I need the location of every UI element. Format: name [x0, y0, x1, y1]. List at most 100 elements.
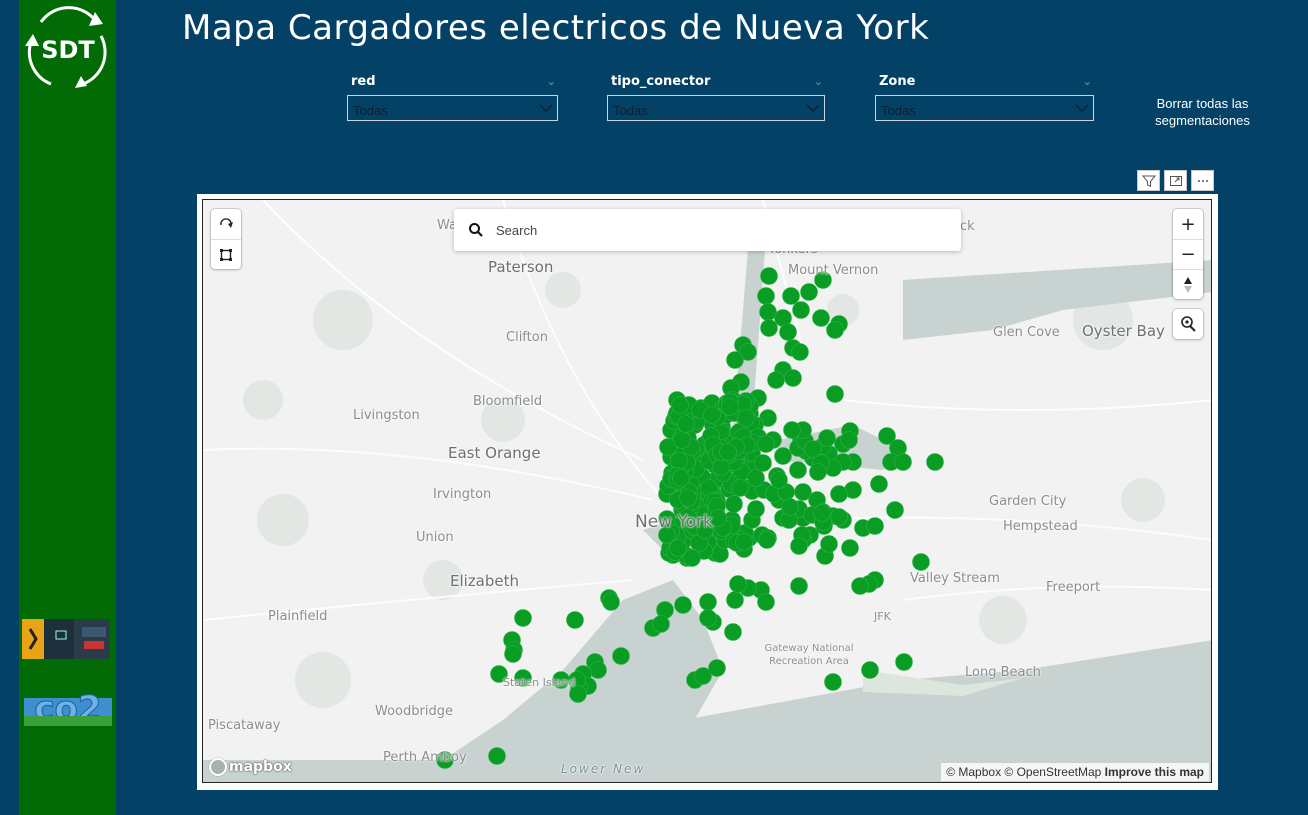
charger-marker[interactable] — [826, 321, 844, 339]
charger-marker[interactable] — [721, 398, 739, 416]
charger-marker[interactable] — [800, 283, 818, 301]
charger-marker[interactable] — [726, 591, 744, 609]
more-options-icon[interactable] — [1191, 170, 1214, 191]
rotate-select-icon[interactable] — [211, 209, 241, 239]
filter-icon[interactable] — [1137, 170, 1160, 191]
charger-marker[interactable] — [757, 593, 775, 611]
charger-marker[interactable] — [830, 508, 848, 526]
charger-marker[interactable] — [612, 647, 630, 665]
chevron-down-icon[interactable]: ⌄ — [547, 75, 556, 88]
charger-marker[interactable] — [770, 471, 788, 489]
locate-search-icon[interactable] — [1173, 309, 1203, 339]
charger-marker[interactable] — [790, 577, 808, 595]
charger-marker[interactable] — [504, 645, 522, 663]
charger-marker[interactable] — [791, 343, 809, 361]
charger-marker[interactable] — [724, 623, 742, 641]
clear-all-slicers-button[interactable]: Borrar todas las segmentaciones — [1140, 95, 1265, 129]
charger-marker[interactable] — [830, 485, 848, 503]
charger-marker[interactable] — [894, 453, 912, 471]
charger-marker[interactable] — [737, 409, 755, 427]
charger-marker[interactable] — [757, 435, 775, 453]
charger-marker[interactable] — [861, 661, 879, 679]
charger-marker[interactable] — [804, 440, 822, 458]
charger-marker[interactable] — [602, 593, 620, 611]
charger-marker[interactable] — [782, 287, 800, 305]
charger-marker[interactable] — [760, 319, 778, 337]
slicer-dropdown[interactable]: Todas — [347, 95, 558, 121]
mapbox-logo[interactable]: mapbox — [209, 758, 292, 776]
charger-marker[interactable] — [677, 415, 695, 433]
charger-marker[interactable] — [912, 553, 930, 571]
charger-marker[interactable] — [729, 575, 747, 593]
improve-map-link[interactable]: Improve this map — [1105, 765, 1204, 779]
charger-marker[interactable] — [824, 673, 842, 691]
charger-marker[interactable] — [870, 475, 888, 493]
polygon-select-icon[interactable] — [211, 239, 241, 269]
charger-marker[interactable] — [886, 501, 904, 519]
charger-marker[interactable] — [779, 323, 797, 341]
charger-marker[interactable] — [840, 431, 858, 449]
charger-marker[interactable] — [818, 429, 836, 447]
charger-marker[interactable] — [895, 653, 913, 671]
charger-marker[interactable] — [790, 537, 808, 555]
map-attribution[interactable]: © Mapbox © OpenStreetMap Improve this ma… — [941, 763, 1209, 781]
charger-marker[interactable] — [514, 609, 532, 627]
focus-mode-icon[interactable] — [1164, 170, 1187, 191]
charger-marker[interactable] — [758, 531, 776, 549]
charger-marker[interactable] — [703, 406, 721, 424]
charger-marker[interactable] — [826, 385, 844, 403]
search-input[interactable]: Search — [496, 223, 537, 238]
charger-marker[interactable] — [754, 454, 772, 472]
charger-marker[interactable] — [670, 452, 688, 470]
charger-marker[interactable] — [781, 498, 799, 516]
charger-marker[interactable] — [699, 593, 717, 611]
charger-marker[interactable] — [589, 661, 607, 679]
charger-marker[interactable] — [679, 489, 697, 507]
zoom-out-button[interactable]: − — [1173, 239, 1203, 269]
charger-marker[interactable] — [783, 421, 801, 439]
charger-marker[interactable] — [708, 659, 726, 677]
charger-marker[interactable] — [488, 747, 506, 765]
charger-marker[interactable] — [669, 539, 687, 557]
charger-marker[interactable] — [735, 533, 753, 551]
charger-marker[interactable] — [674, 596, 692, 614]
charger-marker[interactable] — [866, 517, 884, 535]
charger-marker[interactable] — [809, 463, 827, 481]
charger-marker[interactable] — [731, 479, 749, 497]
charger-marker[interactable] — [841, 539, 859, 557]
zoom-in-button[interactable]: + — [1173, 209, 1203, 239]
charger-marker[interactable] — [851, 577, 869, 595]
charger-marker[interactable] — [812, 309, 830, 327]
charger-marker[interactable] — [757, 287, 775, 305]
charger-marker[interactable] — [672, 469, 690, 487]
charger-marker[interactable] — [652, 615, 670, 633]
charger-marker[interactable] — [926, 453, 944, 471]
charger-marker[interactable] — [820, 535, 838, 553]
charger-marker[interactable] — [784, 369, 802, 387]
chevron-down-icon[interactable]: ⌄ — [1083, 75, 1092, 88]
charger-marker[interactable] — [759, 303, 777, 321]
charger-marker[interactable] — [747, 500, 765, 518]
charger-marker[interactable] — [789, 461, 807, 479]
slicer-dropdown[interactable]: Todas — [607, 95, 825, 121]
chevron-down-icon[interactable]: ⌄ — [814, 75, 823, 88]
charger-marker[interactable] — [760, 267, 778, 285]
charger-marker[interactable] — [671, 396, 689, 414]
charger-marker[interactable] — [792, 301, 810, 319]
charger-marker[interactable] — [566, 611, 584, 629]
charger-marker[interactable] — [725, 495, 743, 513]
charger-marker[interactable] — [767, 371, 785, 389]
charger-marker[interactable] — [774, 447, 792, 465]
map-search[interactable]: Search — [454, 209, 961, 251]
charger-marker[interactable] — [712, 458, 730, 476]
charger-marker[interactable] — [726, 351, 744, 369]
charger-marker[interactable] — [699, 609, 717, 627]
charger-marker[interactable] — [673, 431, 691, 449]
charger-marker[interactable] — [747, 469, 765, 487]
slicer-dropdown[interactable]: Todas — [875, 95, 1094, 121]
charger-marker[interactable] — [813, 504, 831, 522]
charger-marker[interactable] — [719, 443, 737, 461]
map-canvas[interactable]: Paterson Clifton Livingston Bloomfield E… — [202, 199, 1212, 783]
charger-marker[interactable] — [683, 549, 701, 567]
compass-icon[interactable] — [1173, 269, 1203, 299]
